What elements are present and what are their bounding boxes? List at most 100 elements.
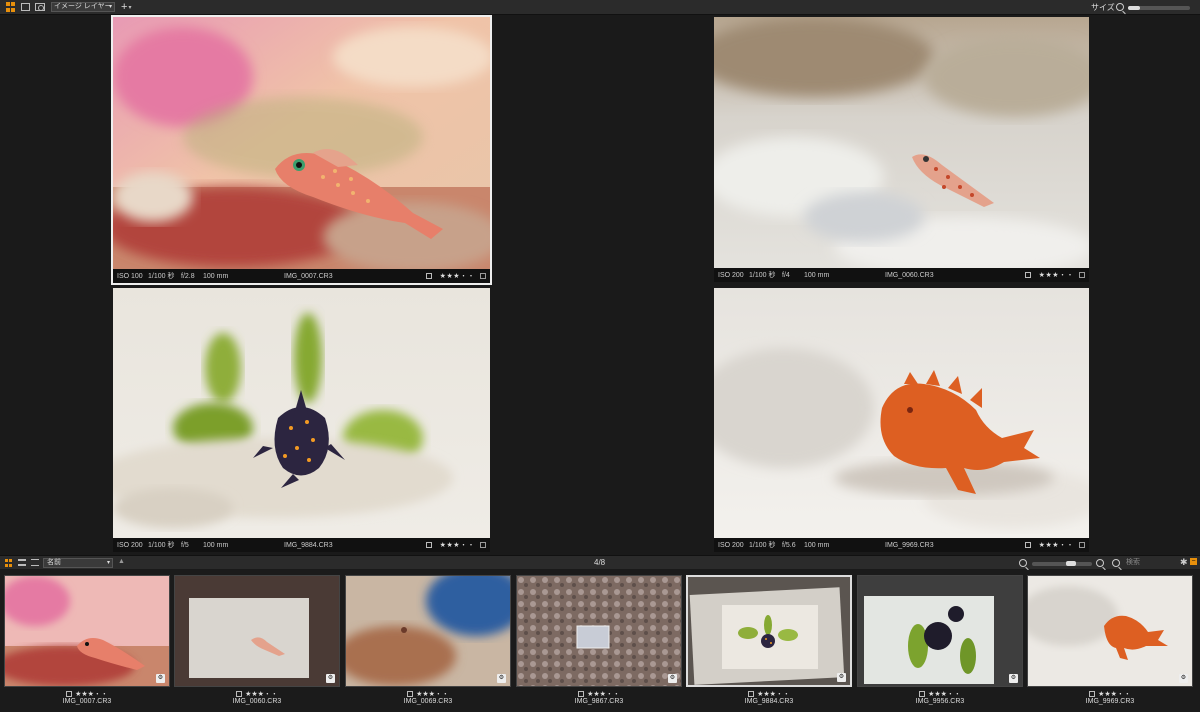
file-name: IMG_0060.CR3 (885, 271, 934, 279)
grid-view-icon[interactable] (5, 559, 13, 567)
select-checkbox[interactable] (1089, 691, 1096, 697)
photo-panel-1[interactable]: ISO 100 1/100 秒 f/2.8 100 mm IMG_0007.CR… (111, 15, 492, 285)
thumbnail-item[interactable]: ⚙ ★★★・・ IMG_9969.CR3 (1027, 575, 1193, 711)
edit-badge-icon: ⚙ (497, 674, 506, 683)
filmstrip-toolbar: 名前 ▾ ▲ 4/8 検索 ✱ − (0, 555, 1200, 569)
select-checkbox[interactable] (407, 691, 414, 697)
zoom-out-icon[interactable] (1019, 559, 1027, 567)
info-menu-icon[interactable] (480, 542, 486, 548)
thumbnail-image[interactable]: ⚙ (857, 575, 1023, 687)
file-name: IMG_9969.CR3 (885, 541, 934, 549)
thumbnail-image[interactable]: ⚙ (516, 575, 682, 687)
focal-length-value: 100 mm (203, 541, 229, 549)
size-label: サイズ (1091, 3, 1115, 12)
thumbnail-image[interactable]: ⚙ (4, 575, 170, 687)
photo-info-bar: ISO 200 1/100 秒 f/4 100 mm IMG_0060.CR3 … (714, 268, 1089, 282)
info-menu-icon[interactable] (1079, 272, 1085, 278)
edit-badge-icon: ⚙ (1009, 674, 1018, 683)
thumbnail-item[interactable]: ⚙ ★★★・・ IMG_0069.CR3 (345, 575, 511, 711)
grid-view-icon[interactable] (5, 2, 15, 12)
thumbnail-item[interactable]: ⚙ ★★★・・ IMG_0007.CR3 (4, 575, 170, 711)
photo-goby-sand (714, 17, 1089, 268)
thumbnail-image[interactable]: ⚙ (174, 575, 340, 687)
thumbnail-filename: IMG_0060.CR3 (232, 698, 282, 705)
compare-view-button[interactable] (35, 2, 45, 12)
thumbnail-filename: IMG_0007.CR3 (62, 698, 112, 705)
select-checkbox[interactable] (578, 691, 585, 697)
thumb-frogfish-black (688, 577, 850, 685)
photo-panel-4[interactable]: ISO 200 1/100 秒 f/5.6 100 mm IMG_9969.CR… (714, 288, 1089, 552)
thumb-goby-pink (5, 576, 169, 686)
focal-length-value: 100 mm (804, 541, 830, 549)
star-rating[interactable]: ★★★・・ (1039, 540, 1074, 550)
photo-panel-3[interactable]: ISO 200 1/100 秒 f/5 100 mm IMG_9884.CR3 … (113, 288, 490, 552)
edit-badge-icon: ⚙ (326, 674, 335, 683)
thumb-frogfish-dark (858, 576, 1022, 686)
thumbnail-filename: IMG_0069.CR3 (403, 698, 453, 705)
zoom-icon[interactable] (1116, 3, 1124, 11)
star-rating[interactable]: ★★★・・ (416, 691, 449, 698)
list-view-icon[interactable] (18, 559, 26, 566)
thumbnail-image[interactable]: ⚙ (686, 575, 852, 687)
thumbnail-item[interactable]: ⚙ ★★★・・ IMG_9956.CR3 (857, 575, 1023, 711)
single-view-button[interactable] (20, 2, 30, 12)
select-checkbox[interactable] (236, 691, 243, 697)
star-rating[interactable]: ★★★・・ (1098, 691, 1131, 698)
minus-icon[interactable]: − (1190, 558, 1197, 565)
star-rating[interactable]: ★★★・・ (440, 271, 475, 281)
info-menu-icon[interactable] (1079, 542, 1085, 548)
shutter-value: 1/100 秒 (148, 542, 175, 549)
aperture-value: f/5 (181, 541, 189, 549)
photo-frogfish-black (113, 288, 490, 538)
sort-order-icon[interactable]: ▲ (118, 558, 125, 565)
select-checkbox[interactable] (748, 691, 755, 697)
focal-length-value: 100 mm (203, 272, 229, 280)
select-checkbox[interactable] (1025, 272, 1031, 278)
aperture-value: f/4 (782, 271, 790, 279)
add-menu-chevron-icon[interactable]: ▾ (128, 4, 131, 11)
shutter-value: 1/100 秒 (749, 272, 776, 279)
star-rating[interactable]: ★★★・・ (75, 691, 108, 698)
select-checkbox[interactable] (426, 273, 432, 279)
photo-panel-2[interactable]: ISO 200 1/100 秒 f/4 100 mm IMG_0060.CR3 … (714, 17, 1089, 282)
sort-select[interactable]: 名前 ▾ (43, 558, 113, 568)
detail-view-icon[interactable] (31, 559, 39, 566)
add-button[interactable]: + (121, 2, 127, 13)
edit-badge-icon: ⚙ (837, 673, 846, 682)
chevron-down-icon: ▾ (108, 4, 112, 10)
thumb-frogfish-orange (1028, 576, 1192, 686)
gear-icon[interactable]: ✱ (1180, 557, 1188, 568)
thumbnail-size-handle[interactable] (1066, 561, 1076, 566)
thumbnail-image[interactable]: ⚙ (345, 575, 511, 687)
search-icon[interactable] (1112, 559, 1120, 567)
thumbnail-item[interactable]: ⚙ ★★★・・ IMG_9867.CR3 (516, 575, 682, 711)
layer-select[interactable]: イメージ レイヤー ▾ (51, 2, 115, 12)
thumbnail-item-selected[interactable]: ⚙ ★★★・・ IMG_9884.CR3 (686, 575, 852, 711)
search-input[interactable]: 検索 (1124, 558, 1172, 568)
iso-value: ISO 200 (117, 541, 143, 549)
select-checkbox[interactable] (66, 691, 73, 697)
edit-badge-icon: ⚙ (668, 674, 677, 683)
star-rating[interactable]: ★★★・・ (587, 691, 620, 698)
select-checkbox[interactable] (919, 691, 926, 697)
select-checkbox[interactable] (1025, 542, 1031, 548)
thumb-rubble (517, 576, 681, 686)
thumbnail-filename: IMG_9969.CR3 (1085, 698, 1135, 705)
thumbnail-filename: IMG_9956.CR3 (915, 698, 965, 705)
aperture-value: f/5.6 (782, 541, 796, 549)
star-rating[interactable]: ★★★・・ (928, 691, 961, 698)
thumbnail-size-slider[interactable] (1032, 562, 1092, 566)
star-rating[interactable]: ★★★・・ (245, 691, 278, 698)
star-rating[interactable]: ★★★・・ (1039, 270, 1074, 280)
star-rating[interactable]: ★★★・・ (440, 540, 475, 550)
star-rating[interactable]: ★★★・・ (757, 691, 790, 698)
edit-badge-icon: ⚙ (156, 674, 165, 683)
thumbnail-image[interactable]: ⚙ (1027, 575, 1193, 687)
size-slider-handle[interactable] (1128, 6, 1140, 10)
edit-badge-icon: ⚙ (1179, 674, 1188, 683)
single-view-icon (20, 3, 30, 11)
thumbnail-item[interactable]: ⚙ ★★★・・ IMG_0060.CR3 (174, 575, 340, 711)
select-checkbox[interactable] (426, 542, 432, 548)
zoom-in-icon[interactable] (1096, 559, 1104, 567)
info-menu-icon[interactable] (480, 273, 486, 279)
